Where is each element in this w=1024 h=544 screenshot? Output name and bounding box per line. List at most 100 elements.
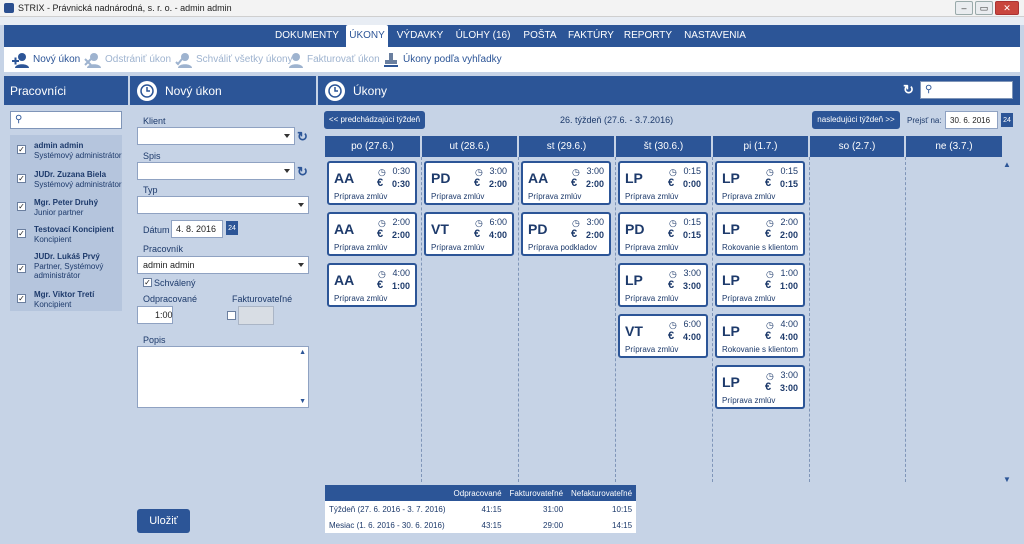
euro-icon: €: [474, 177, 481, 189]
action-card[interactable]: PD ◷ 3:00 €2:00 Príprava zmlúv: [424, 161, 514, 205]
klient-dropdown[interactable]: [137, 127, 295, 145]
new-action-panel-title: Nový úkon: [165, 83, 222, 98]
maximize-icon[interactable]: ▭: [975, 1, 993, 15]
tab-nastavenia[interactable]: NASTAVENIA: [680, 25, 750, 47]
action-card[interactable]: LP ◷ 3:00 €3:00 Príprava zmlúv: [618, 263, 708, 307]
action-description: Príprava zmlúv: [625, 243, 679, 252]
summary-header: Nefakturovateľné: [567, 485, 637, 501]
action-time: 3:00: [586, 217, 604, 227]
action-card[interactable]: PD ◷ 0:15 €0:15 Príprava zmlúv: [618, 212, 708, 256]
popis-textarea[interactable]: ▲ ▼: [137, 346, 309, 408]
datum-field[interactable]: 4. 8. 2016: [171, 220, 223, 238]
scroll-up-icon[interactable]: ▲: [1003, 160, 1011, 169]
save-button[interactable]: Uložiť: [137, 509, 190, 533]
action-billable: 2:00: [488, 179, 507, 189]
action-time: 0:15: [683, 217, 701, 227]
minimize-icon[interactable]: –: [955, 1, 973, 15]
action-card[interactable]: LP ◷ 0:15 €0:00 Príprava zmlúv: [618, 161, 708, 205]
fakturovatelne-checkbox[interactable]: [227, 311, 236, 320]
fakturovatelne-field[interactable]: [238, 306, 274, 325]
action-card[interactable]: AA ◷ 2:00 €2:00 Príprava zmlúv: [327, 212, 417, 256]
summary-header: Odpracované: [449, 485, 506, 501]
euro-icon: €: [765, 381, 772, 393]
tab-vydavky[interactable]: VÝDAVKY: [394, 25, 446, 47]
action-code: LP: [625, 272, 643, 288]
odpracovane-field[interactable]: 1:00: [137, 306, 173, 324]
action-description: Príprava podkladov: [528, 243, 597, 252]
action-card[interactable]: LP ◷ 4:00 €4:00 Rokovanie s klientom: [715, 314, 805, 358]
worker-checkbox[interactable]: ✓: [17, 229, 26, 238]
action-code: LP: [722, 272, 740, 288]
add-user-icon: [12, 52, 29, 68]
invoice-action-button[interactable]: Fakturovať úkon: [286, 47, 380, 72]
action-card[interactable]: AA ◷ 3:00 €2:00 Príprava zmlúv: [521, 161, 611, 205]
spis-dropdown[interactable]: [137, 162, 295, 180]
tab-ulohy[interactable]: ÚLOHY (16): [452, 25, 514, 47]
schvaleny-label: Schválený: [154, 278, 196, 288]
approve-all-button[interactable]: Schváliť všetky úkony: [175, 47, 293, 72]
tab-ukony[interactable]: ÚKONY: [346, 25, 388, 47]
euro-icon: €: [668, 228, 675, 240]
calendar-icon[interactable]: 24: [226, 221, 238, 235]
column-divider: [421, 157, 422, 482]
action-billable: 2:00: [779, 230, 798, 240]
typ-dropdown[interactable]: [137, 196, 309, 214]
refresh-klient-icon[interactable]: ↻: [297, 129, 308, 145]
schvaleny-checkbox[interactable]: ✓: [143, 278, 152, 287]
refresh-spis-icon[interactable]: ↻: [297, 164, 308, 180]
euro-icon: €: [571, 177, 578, 189]
tab-faktury[interactable]: FAKTÚRY: [566, 25, 616, 47]
action-card[interactable]: LP ◷ 1:00 €1:00 Príprava zmlúv: [715, 263, 805, 307]
action-description: Príprava zmlúv: [431, 192, 485, 201]
action-card[interactable]: PD ◷ 3:00 €2:00 Príprava podkladov: [521, 212, 611, 256]
action-description: Príprava zmlúv: [334, 243, 388, 252]
prev-week-button[interactable]: << predchádzajúci týždeň: [324, 111, 425, 129]
refresh-icon[interactable]: ↻: [903, 82, 914, 98]
tab-posta[interactable]: POŠTA: [520, 25, 560, 47]
euro-icon: €: [765, 330, 772, 342]
window-frame: [0, 17, 1024, 25]
invoice-icon: [289, 52, 303, 68]
scroll-down-icon[interactable]: ▼: [1003, 475, 1011, 484]
scroll-up-icon[interactable]: ▲: [299, 349, 306, 356]
scroll-down-icon[interactable]: ▼: [299, 398, 306, 405]
worker-checkbox[interactable]: ✓: [17, 294, 26, 303]
actions-search-input[interactable]: ⚲: [920, 81, 1013, 99]
pracovnik-dropdown[interactable]: admin admin: [137, 256, 309, 274]
goto-date-field[interactable]: 30. 6. 2016: [945, 111, 998, 129]
worker-checkbox[interactable]: ✓: [17, 202, 26, 211]
action-time: 2:00: [780, 217, 798, 227]
tab-dokumenty[interactable]: DOKUMENTY: [274, 25, 340, 47]
action-card[interactable]: LP ◷ 0:15 €0:15 Príprava zmlúv: [715, 161, 805, 205]
fakturovatelne-label: Fakturovateľné: [232, 294, 293, 304]
tab-reporty[interactable]: REPORTY: [622, 25, 674, 47]
action-code: AA: [334, 272, 355, 288]
action-description: Príprava zmlúv: [625, 294, 679, 303]
klient-label: Klient: [143, 116, 166, 126]
calendar-icon[interactable]: 24: [1001, 113, 1013, 127]
new-action-button[interactable]: Nový úkon: [12, 47, 80, 72]
next-week-button[interactable]: nasledujúci týždeň >>: [812, 111, 900, 129]
actions-panel-header: Úkony: [318, 76, 1020, 105]
action-time: 0:15: [683, 166, 701, 176]
action-card[interactable]: AA ◷ 0:30 €0:30 Príprava zmlúv: [327, 161, 417, 205]
worker-checkbox[interactable]: ✓: [17, 174, 26, 183]
worker-checkbox[interactable]: ✓: [17, 264, 26, 273]
action-description: Príprava zmlúv: [625, 192, 679, 201]
close-icon[interactable]: ✕: [995, 1, 1019, 15]
euro-icon: €: [377, 177, 384, 189]
workers-search-input[interactable]: ⚲: [10, 111, 122, 129]
action-card[interactable]: AA ◷ 4:00 €1:00 Príprava zmlúv: [327, 263, 417, 307]
delete-action-button[interactable]: Odstrániť úkon: [84, 47, 171, 72]
action-billable: 3:00: [779, 383, 798, 393]
actions-by-search-button[interactable]: Úkony podľa vyhľadky: [382, 47, 502, 72]
action-card[interactable]: LP ◷ 3:00 €3:00 Príprava zmlúv: [715, 365, 805, 409]
action-description: Rokovanie s klientom: [722, 345, 799, 354]
worker-checkbox[interactable]: ✓: [17, 145, 26, 154]
action-card[interactable]: VT ◷ 6:00 €4:00 Príprava zmlúv: [618, 314, 708, 358]
action-card[interactable]: LP ◷ 2:00 €2:00 Rokovanie s klientom: [715, 212, 805, 256]
action-billable: 0:30: [391, 179, 410, 189]
app-icon: [4, 3, 14, 13]
action-card[interactable]: VT ◷ 6:00 €4:00 Príprava zmlúv: [424, 212, 514, 256]
action-billable: 3:00: [682, 281, 701, 291]
